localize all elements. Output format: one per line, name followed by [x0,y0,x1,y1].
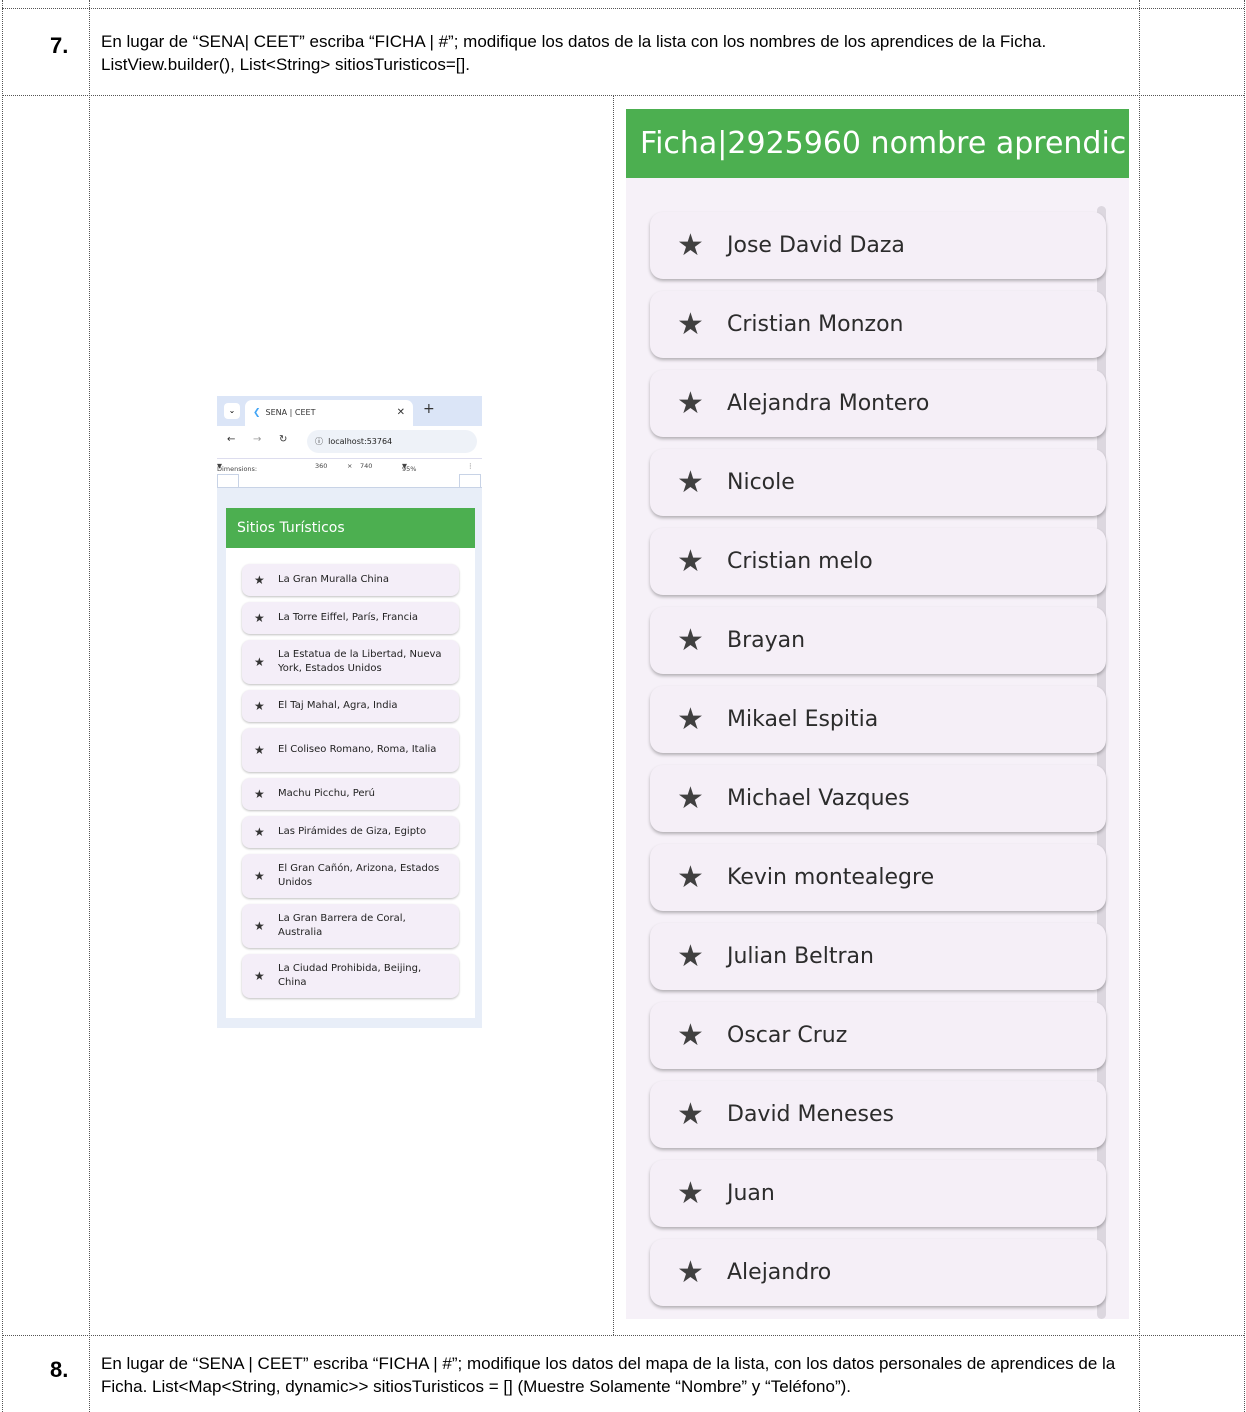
star-icon: ★ [254,611,265,625]
devtools-device-toolbar: Dimensions: S... ▼ 360 × 740 95%▼ ⋮ [217,458,482,481]
browser-tab[interactable]: ❮ SENA | CEET ✕ [245,400,413,426]
devtools-ruler [217,474,482,488]
star-icon: ★ [254,655,265,669]
list-item[interactable]: ★ El Taj Mahal, Agra, India [242,690,459,722]
list-item[interactable]: ★ Jose David Daza [650,212,1106,279]
row8-instruction: En lugar de “SENA | CEET” escriba “FICHA… [101,1354,1116,1396]
row7-instruction: En lugar de “SENA| CEET” escriba “FICHA … [101,32,1047,74]
list-item[interactable]: ★ La Gran Muralla China [242,564,459,596]
star-icon: ★ [677,228,704,263]
star-icon: ★ [254,743,265,757]
back-icon[interactable]: ← [227,434,235,445]
zoom-select[interactable]: 95% ▼ [402,462,416,473]
star-icon: ★ [254,787,265,801]
browser-address-bar: ← → ↻ ⓘ localhost:53764 [217,426,482,458]
table-border-left [2,0,3,1412]
star-icon: ★ [254,825,265,839]
browser-tab-bar: ⌄ ❮ SENA | CEET ✕ + [217,396,482,426]
star-icon: ★ [677,781,704,816]
star-icon: ★ [677,1018,704,1053]
list-item[interactable]: ★ Michael Vazques [650,765,1106,832]
mini-app-title: Sitios Turísticos [226,508,475,548]
ficha-app-screenshot: Ficha|2925960 nombre aprendic... ★ Jose D… [626,109,1129,1319]
star-icon: ★ [254,869,265,883]
list-item[interactable]: ★ Alejandro [650,1239,1106,1306]
browser-screenshot: ⌄ ❮ SENA | CEET ✕ + ← → ↻ ⓘ localhost:537… [217,396,482,1028]
star-icon: ★ [677,1255,704,1290]
star-icon: ★ [254,699,265,713]
row8-number: 8. [50,1357,69,1382]
star-icon: ★ [677,939,704,974]
star-icon: ★ [254,969,265,983]
table-border-top [2,8,1244,9]
list-item[interactable]: ★ El Gran Cañón, Arizona, Estados Unidos [242,854,459,898]
list-item[interactable]: ★ Alejandra Montero [650,370,1106,437]
tab-search-icon[interactable]: ⌄ [224,403,240,419]
list-item[interactable]: ★ La Torre Eiffel, París, Francia [242,602,459,634]
star-icon: ★ [677,307,704,342]
list-item[interactable]: ★ Julian Beltran [650,923,1106,990]
list-item[interactable]: ★ Las Pirámides de Giza, Egipto [242,816,459,848]
list-item[interactable]: ★ La Ciudad Prohibida, Beijing, China [242,954,459,998]
list-item[interactable]: ★ Cristian melo [650,528,1106,595]
more-icon[interactable]: ⋮ [467,462,474,470]
star-icon: ★ [677,544,704,579]
url-field[interactable]: ⓘ localhost:53764 [307,430,477,453]
browser-tab-title: SENA | CEET [265,408,316,417]
row8-divider [2,1335,1244,1336]
mini-list: ★ La Gran Muralla China ★ La Torre Eiffel,… [226,548,475,998]
star-icon: ★ [677,1097,704,1132]
site-info-icon[interactable]: ⓘ [315,437,323,446]
list-item[interactable]: ★ Juan [650,1160,1106,1227]
table-border-content-right [1139,0,1140,1412]
row7-number: 7. [50,33,69,58]
row7-divider [2,95,1244,96]
table-border-number-col [89,0,90,1412]
star-icon: ★ [677,386,704,421]
list-item[interactable]: ★ Brayan [650,607,1106,674]
aprendices-list: ★ Jose David Daza ★ Cristian Monzon ★ Aleja… [650,212,1106,1318]
close-tab-icon[interactable]: ✕ [397,400,405,426]
mini-phone-viewport: Sitios Turísticos ★ La Gran Muralla China… [226,508,475,1018]
star-icon: ★ [254,919,265,933]
app-bar-title: Ficha|2925960 nombre aprendic... [626,109,1129,178]
list-item[interactable]: ★ David Meneses [650,1081,1106,1148]
star-icon: ★ [677,702,704,737]
star-icon: ★ [677,860,704,895]
table-border-right [1244,0,1245,1412]
cell-divider [613,95,614,1335]
list-item[interactable]: ★ Cristian Monzon [650,291,1106,358]
url-text: localhost:53764 [328,437,393,446]
list-item[interactable]: ★ Machu Picchu, Perú [242,778,459,810]
list-item[interactable]: ★ El Coliseo Romano, Roma, Italia [242,728,459,772]
star-icon: ★ [677,465,704,500]
list-item[interactable]: ★ Mikael Espitia [650,686,1106,753]
forward-icon[interactable]: → [253,434,261,445]
list-item[interactable]: ★ Kevin montealegre [650,844,1106,911]
star-icon: ★ [677,623,704,658]
new-tab-icon[interactable]: + [423,401,435,417]
list-item[interactable]: ★ Oscar Cruz [650,1002,1106,1069]
device-width[interactable]: 360 [315,462,327,470]
device-height[interactable]: 740 [360,462,372,470]
list-item[interactable]: ★ La Gran Barrera de Coral, Australia [242,904,459,948]
list-item[interactable]: ★ La Estatua de la Libertad, Nueva York, … [242,640,459,684]
star-icon: ★ [254,573,265,587]
times-sign: × [347,462,353,470]
flutter-icon: ❮ [253,408,261,418]
reload-icon[interactable]: ↻ [279,434,287,445]
star-icon: ★ [677,1176,704,1211]
list-item[interactable]: ★ Nicole [650,449,1106,516]
dimensions-select[interactable]: Dimensions: S... ▼ [217,462,257,481]
